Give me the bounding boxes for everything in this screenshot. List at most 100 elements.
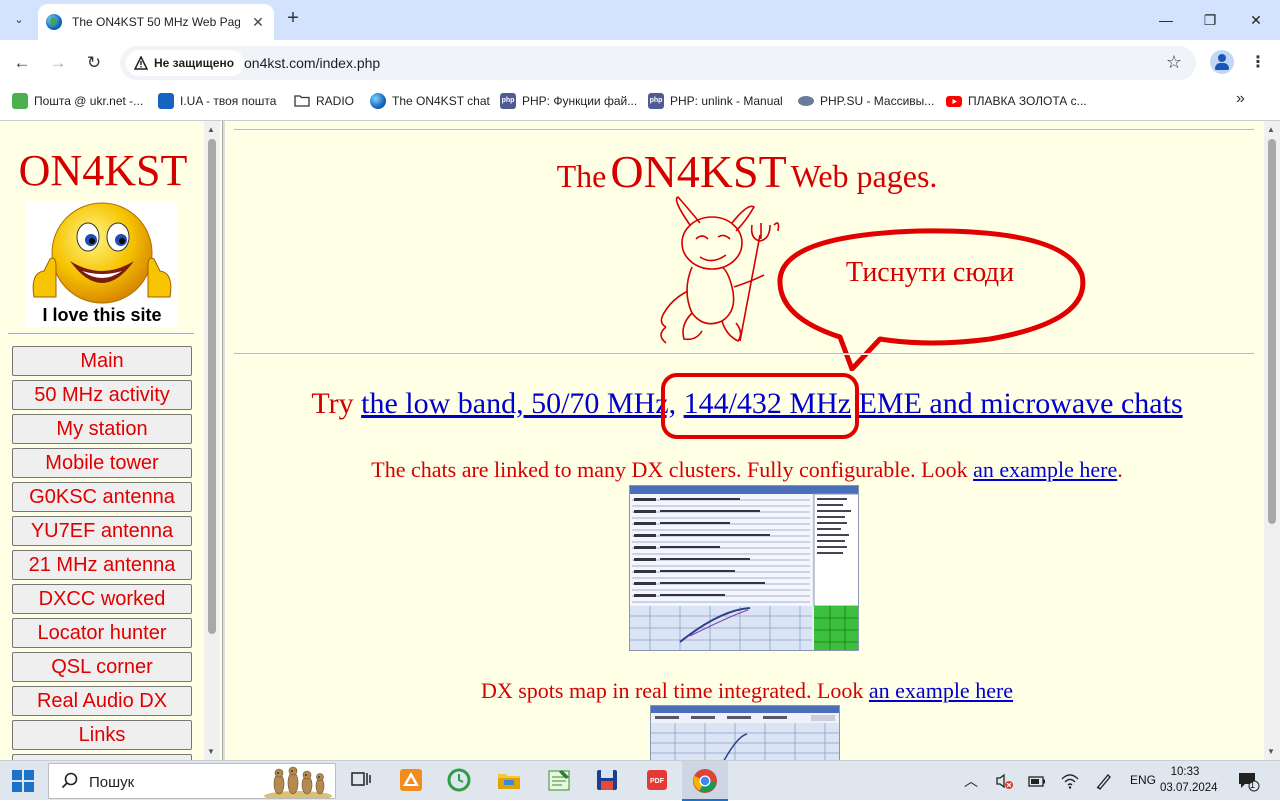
- menu-button-21mhz-antenna[interactable]: 21 MHz antenna: [12, 550, 192, 580]
- divider: [234, 129, 1254, 131]
- page-headline: The ON4KST Web pages.: [230, 145, 1264, 198]
- site-title: ON4KST: [18, 146, 188, 195]
- bookmark-item[interactable]: RADIO: [294, 91, 354, 111]
- scroll-down-arrow-icon[interactable]: ▼: [1267, 747, 1275, 756]
- restore-button[interactable]: ❐: [1198, 8, 1222, 32]
- chat-screenshot-image[interactable]: [629, 485, 859, 651]
- youtube-icon: [946, 96, 962, 107]
- tab-strip: ⌄ The ON4KST 50 MHz Web Page ✕ + — ❐ ✕: [0, 0, 1280, 40]
- navigation-frame: ON4KST I love this site Main 50 MHz acti…: [0, 121, 204, 760]
- wifi-icon[interactable]: [1060, 771, 1080, 791]
- battery-icon[interactable]: [1026, 771, 1048, 791]
- bookmark-label: ПЛАВКА ЗОЛОТА с...: [968, 94, 1087, 108]
- bookmark-item[interactable]: The ON4KST chat: [370, 91, 490, 111]
- menu-button-50mhz-activity[interactable]: 50 MHz activity: [12, 380, 192, 410]
- kebab-menu-icon[interactable]: ⋮: [1248, 52, 1268, 74]
- new-tab-button[interactable]: +: [282, 8, 304, 30]
- bookmark-item[interactable]: php PHP: unlink - Manual: [648, 91, 783, 111]
- speech-bubble-annotation: [777, 228, 1086, 371]
- chrome-icon: [693, 769, 717, 793]
- content-frame: The ON4KST Web pages. Тиснути сюди Try t…: [230, 121, 1264, 760]
- back-arrow-icon[interactable]: ←: [10, 51, 34, 75]
- close-window-button[interactable]: ✕: [1244, 8, 1268, 32]
- chrome-taskbar-button[interactable]: [682, 761, 728, 801]
- sync-clock-app-icon[interactable]: [446, 767, 472, 793]
- browser-toolbar: ← → ↻ Не защищено on4kst.com/index.php ☆: [0, 40, 1280, 86]
- task-view-icon[interactable]: [348, 767, 374, 793]
- notification-count: 1: [1250, 780, 1256, 790]
- tray-overflow-icon[interactable]: ︿: [964, 771, 978, 791]
- frame-divider[interactable]: [222, 121, 226, 760]
- globe-icon: [370, 93, 386, 109]
- headline-post: Web pages.: [790, 158, 938, 194]
- folder-icon: [294, 95, 310, 107]
- tab-close-icon[interactable]: ✕: [250, 14, 266, 31]
- bookmark-item[interactable]: ПЛАВКА ЗОЛОТА с...: [946, 91, 1087, 111]
- php-icon: php: [648, 93, 664, 109]
- pen-icon[interactable]: [1094, 771, 1114, 791]
- bookmarks-overflow-icon[interactable]: »: [1236, 90, 1245, 108]
- reload-icon[interactable]: ↻: [82, 51, 106, 75]
- url-text[interactable]: on4kst.com/index.php: [244, 55, 380, 71]
- page-scrollbar[interactable]: ▲ ▼: [1264, 121, 1280, 760]
- scroll-up-arrow-icon[interactable]: ▲: [1267, 125, 1275, 134]
- scroll-down-arrow-icon[interactable]: ▼: [207, 747, 215, 756]
- bookmark-item[interactable]: PHP.SU - Массивы...: [798, 91, 934, 111]
- office-app-icon[interactable]: [398, 767, 424, 793]
- iua-icon: [158, 93, 174, 109]
- menu-button-mobile-tower[interactable]: Mobile tower: [12, 448, 192, 478]
- scrollbar-thumb[interactable]: [1268, 139, 1276, 524]
- dx-map-screenshot-image[interactable]: [650, 705, 840, 760]
- left-frame-scrollbar[interactable]: ▲ ▼: [204, 121, 220, 760]
- minimize-button[interactable]: —: [1154, 8, 1178, 32]
- windows-start-icon[interactable]: [12, 770, 34, 792]
- profile-avatar-icon[interactable]: [1210, 50, 1234, 74]
- scrollbar-thumb[interactable]: [208, 139, 216, 634]
- clusters-description: The chats are linked to many DX clusters…: [230, 457, 1264, 483]
- forward-arrow-icon[interactable]: →: [46, 51, 70, 75]
- bookmarks-bar: Пошта @ ukr.net -... I.UA - твоя пошта R…: [0, 86, 1280, 116]
- highlight-box-annotation: [661, 373, 859, 439]
- security-chip[interactable]: Не защищено: [126, 50, 245, 76]
- taskbar-search-input[interactable]: Пошук: [48, 763, 336, 799]
- menu-button-g0ksc-antenna[interactable]: G0KSC antenna: [12, 482, 192, 512]
- eme-microwave-chat-link[interactable]: EME and microwave chats: [859, 387, 1183, 420]
- active-tab[interactable]: The ON4KST 50 MHz Web Page ✕: [38, 4, 274, 40]
- search-placeholder: Пошук: [89, 774, 135, 791]
- notepad-app-icon[interactable]: [546, 767, 572, 793]
- bookmark-item[interactable]: I.UA - твоя пошта: [158, 91, 276, 111]
- divider: [234, 353, 1254, 355]
- bookmark-label: PHP.SU - Массивы...: [820, 94, 935, 108]
- address-bar[interactable]: Не защищено on4kst.com/index.php ☆: [120, 46, 1196, 80]
- menu-button-qsl-corner[interactable]: QSL corner: [12, 652, 192, 682]
- menu-button-real-audio-dx[interactable]: Real Audio DX: [12, 686, 192, 716]
- map-example-link[interactable]: an example here: [869, 678, 1013, 703]
- menu-button-main[interactable]: Main: [12, 346, 192, 376]
- speaker-muted-icon[interactable]: [994, 771, 1014, 791]
- clock[interactable]: 10:33 03.07.2024: [1160, 764, 1218, 796]
- menu-button-locator-hunter[interactable]: Locator hunter: [12, 618, 192, 648]
- notification-center-icon[interactable]: [1236, 769, 1260, 793]
- dx-map-text: DX spots map in real time integrated. Lo…: [480, 678, 864, 703]
- pdf-app-icon[interactable]: PDF: [644, 767, 670, 793]
- save-disk-app-icon[interactable]: [594, 767, 620, 793]
- scroll-up-arrow-icon[interactable]: ▲: [207, 125, 215, 134]
- bookmark-item[interactable]: Пошта @ ukr.net -...: [12, 91, 143, 111]
- menu-button-links[interactable]: Links: [12, 720, 192, 750]
- security-label: Не защищено: [154, 56, 235, 70]
- lowband-chat-link[interactable]: the low band, 50/70 MHz,: [361, 387, 676, 420]
- menu-button-dxcc-worked[interactable]: DXCC worked: [12, 584, 192, 614]
- chat-screenshot-thumbnail: [630, 486, 858, 650]
- bookmark-label: I.UA - твоя пошта: [180, 94, 277, 108]
- divider: [8, 333, 194, 335]
- bookmark-star-icon[interactable]: ☆: [1166, 52, 1182, 73]
- globe-icon: [46, 14, 62, 30]
- bookmark-item[interactable]: php PHP: Функции фай...: [500, 91, 637, 111]
- menu-button-my-station[interactable]: My station: [12, 414, 192, 444]
- file-explorer-icon[interactable]: [496, 767, 522, 793]
- language-indicator[interactable]: ENG: [1130, 773, 1156, 787]
- dx-map-description: DX spots map in real time integrated. Lo…: [230, 678, 1264, 704]
- menu-button-yu7ef-antenna[interactable]: YU7EF antenna: [12, 516, 192, 546]
- tab-search-chevron-icon[interactable]: ⌄: [8, 8, 30, 30]
- chat-example-link[interactable]: an example here: [973, 457, 1117, 482]
